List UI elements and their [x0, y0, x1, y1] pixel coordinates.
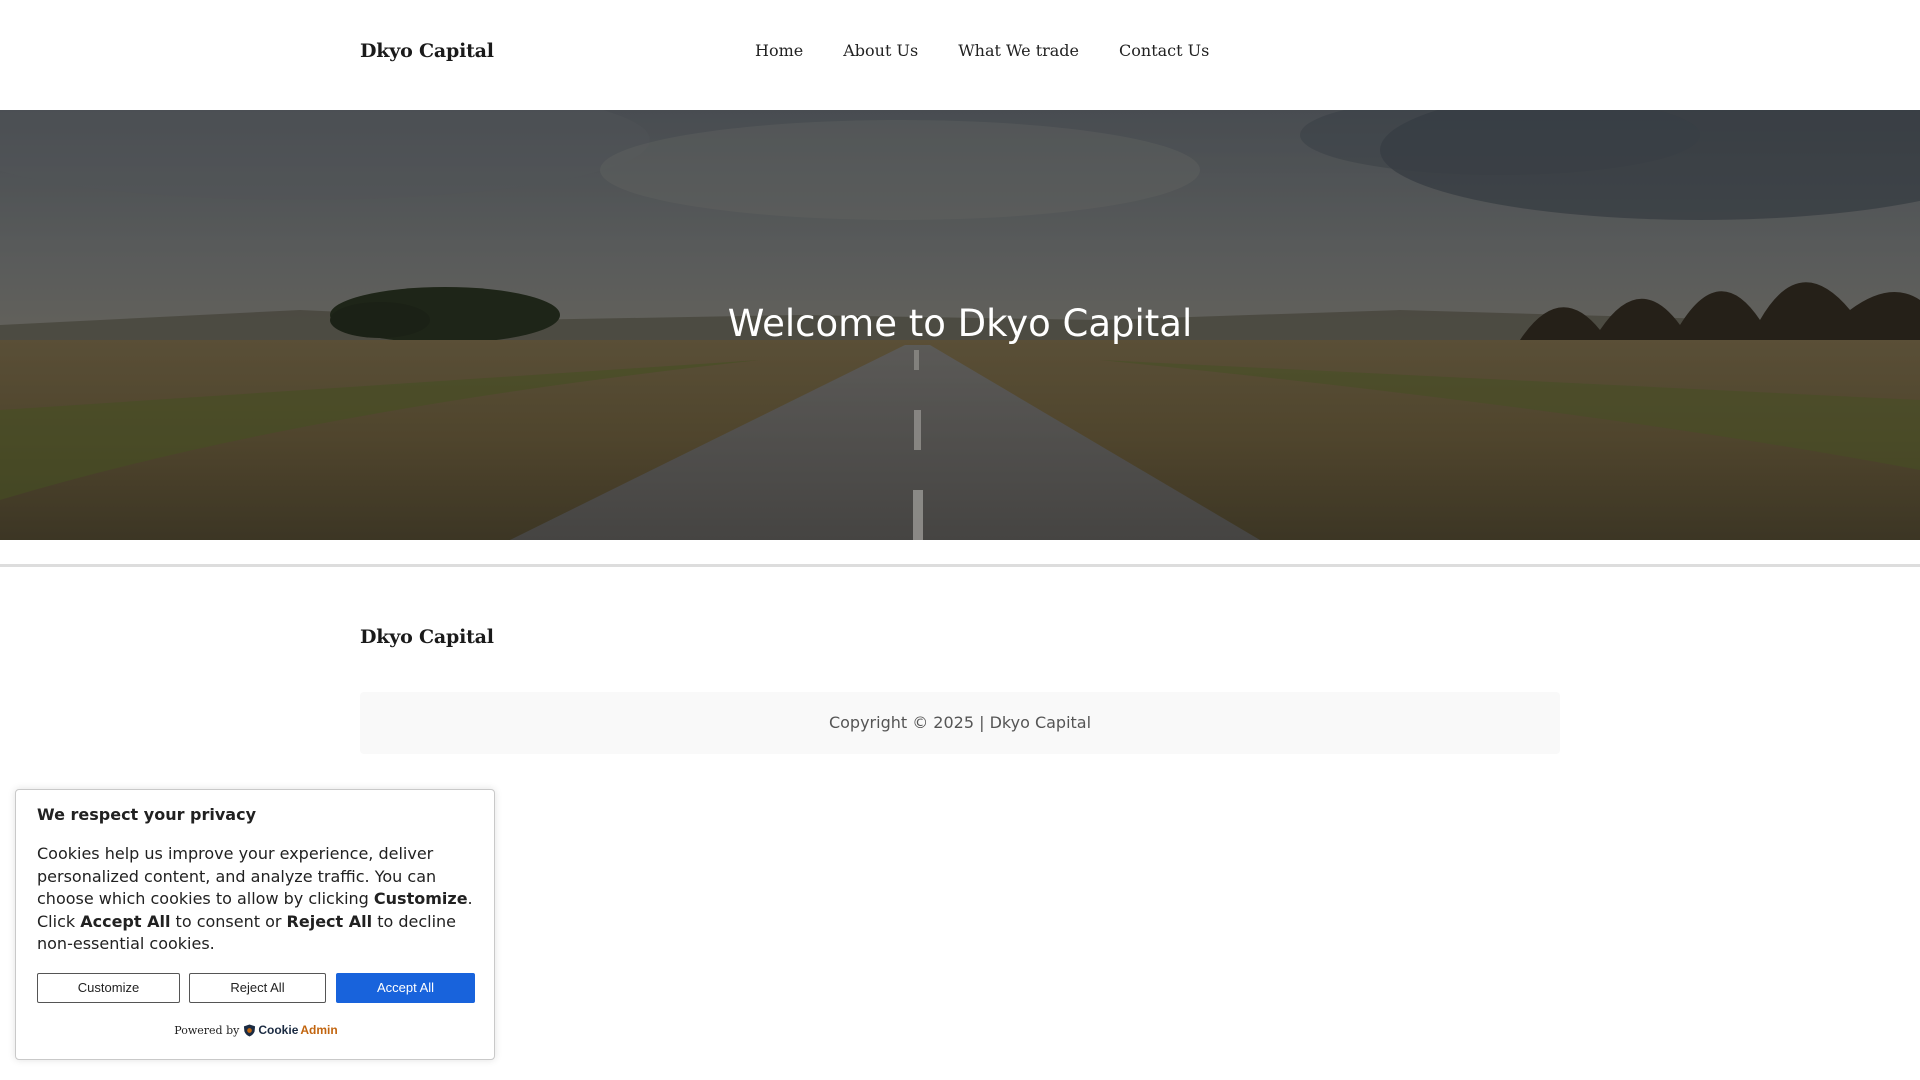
powered-by: Powered by Cookie Admin [16, 1023, 496, 1037]
customize-button[interactable]: Customize [37, 973, 180, 1003]
cookie-desc-text-3: to consent or [170, 911, 287, 931]
copyright-text: Copyright © 2025 | Dkyo Capital [828, 713, 1092, 732]
nav-what-we-trade[interactable]: What We trade [958, 41, 1079, 60]
cookie-desc-accept: Accept All [80, 911, 171, 931]
accept-all-button[interactable]: Accept All [336, 973, 475, 1003]
nav-contact-us[interactable]: Contact Us [1119, 41, 1209, 60]
nav-about-us[interactable]: About Us [843, 41, 918, 60]
site-logo[interactable]: Dkyo Capital [360, 40, 494, 62]
site-header: Dkyo Capital Home About Us What We trade… [0, 0, 1920, 110]
cookie-consent-banner: We respect your privacy Cookies help us … [15, 789, 495, 1060]
reject-all-button[interactable]: Reject All [189, 973, 326, 1003]
cookie-desc-reject: Reject All [286, 911, 373, 931]
main-nav: Home About Us What We trade Contact Us [755, 41, 1209, 60]
powered-by-label: Powered by [174, 1023, 240, 1037]
cookie-banner-title: We respect your privacy [37, 805, 257, 824]
brand-part-1: Cookie [258, 1023, 299, 1037]
cookie-banner-description: Cookies help us improve your experience,… [37, 843, 477, 956]
footer-logo[interactable]: Dkyo Capital [360, 626, 494, 648]
section-divider [0, 564, 1920, 567]
nav-home[interactable]: Home [755, 41, 803, 60]
brand-part-2: Admin [300, 1023, 338, 1037]
cookie-desc-customize: Customize [373, 889, 468, 908]
hero-banner: Welcome to Dkyo Capital [0, 110, 1920, 540]
copyright-bar: Copyright © 2025 | Dkyo Capital [360, 692, 1560, 754]
hero-title: Welcome to Dkyo Capital [727, 302, 1193, 345]
cookieadmin-logo[interactable]: Cookie Admin [243, 1023, 338, 1037]
cookieadmin-shield-icon [244, 1023, 256, 1037]
